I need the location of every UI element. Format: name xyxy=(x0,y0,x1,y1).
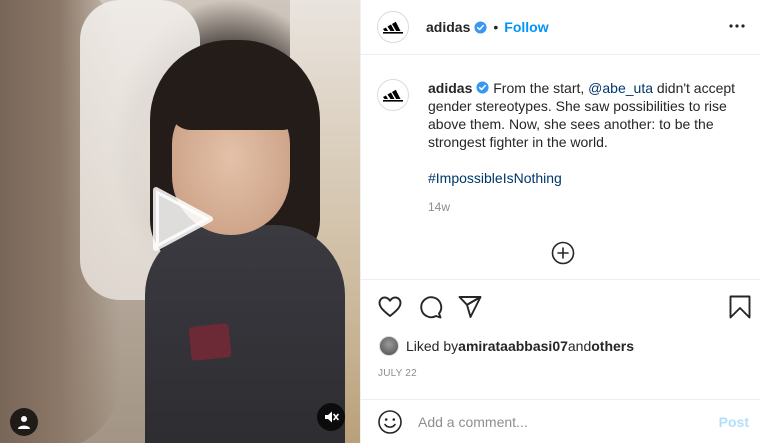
bookmark-icon xyxy=(729,295,751,319)
likes-prefix: Liked by xyxy=(406,338,459,354)
verified-badge-icon xyxy=(476,81,489,94)
save-button[interactable] xyxy=(727,294,753,320)
caption-hashtags: #ImpossibleIsNothing xyxy=(428,169,738,187)
caption-avatar[interactable] xyxy=(377,79,409,111)
avatar[interactable] xyxy=(379,336,399,356)
like-button[interactable] xyxy=(377,294,403,320)
user-tag-button[interactable] xyxy=(10,408,38,436)
verified-badge-icon xyxy=(474,20,487,34)
likes-summary: Liked by amirataabbasi07 and others xyxy=(379,336,634,356)
avatar[interactable] xyxy=(377,11,409,43)
comment-icon xyxy=(420,296,443,319)
post-actions xyxy=(361,279,760,339)
post-header: adidas • Follow xyxy=(361,0,760,55)
liked-by-others-link[interactable]: others xyxy=(591,338,634,354)
mute-button[interactable] xyxy=(317,403,345,431)
more-options-button[interactable] xyxy=(727,16,747,36)
likes-middle: and xyxy=(567,338,592,354)
comment-button[interactable] xyxy=(417,294,443,320)
video-subject-shirt-patch xyxy=(188,323,232,361)
smiley-icon xyxy=(378,409,402,434)
paper-plane-icon xyxy=(458,296,482,318)
plus-circle-icon xyxy=(551,241,575,265)
liked-by-user-link[interactable]: amirataabbasi07 xyxy=(458,338,568,354)
heart-icon xyxy=(378,296,402,317)
hashtag-link[interactable]: #ImpossibleIsNothing xyxy=(428,170,562,186)
post-caption: adidas From the start, @abe_uta didn't a… xyxy=(377,79,747,216)
comment-input[interactable] xyxy=(418,413,708,430)
follow-button[interactable]: Follow xyxy=(504,19,548,35)
caption-mention-link[interactable]: @abe_uta xyxy=(588,80,653,96)
header-username[interactable]: adidas xyxy=(426,19,470,35)
play-icon[interactable] xyxy=(150,186,216,252)
load-more-comments-button[interactable] xyxy=(551,241,575,265)
header-separator: • xyxy=(493,19,499,35)
post-date[interactable]: JULY 22 xyxy=(378,368,417,379)
caption-text: adidas From the start, @abe_uta didn't a… xyxy=(428,79,738,216)
user-icon xyxy=(18,416,30,429)
caption-timestamp[interactable]: 14w xyxy=(428,198,738,216)
video-subject-bangs xyxy=(168,60,298,130)
caption-username[interactable]: adidas xyxy=(428,80,472,96)
post-side-panel: adidas • Follow adidas From the start, @… xyxy=(360,0,760,443)
video-subject-shirt xyxy=(145,225,345,443)
share-button[interactable] xyxy=(457,294,483,320)
adidas-logo-icon xyxy=(383,21,403,34)
comment-bar: Post xyxy=(361,399,760,443)
post-video[interactable] xyxy=(0,0,360,443)
more-horizontal-icon xyxy=(729,24,745,28)
emoji-button[interactable] xyxy=(377,409,403,435)
speaker-muted-icon xyxy=(325,411,339,423)
adidas-logo-icon xyxy=(383,89,403,102)
caption-text-before: From the start, xyxy=(489,80,589,96)
post-comment-button[interactable]: Post xyxy=(719,414,749,430)
caption-body: adidas From the start, @abe_uta didn't a… xyxy=(428,79,738,151)
